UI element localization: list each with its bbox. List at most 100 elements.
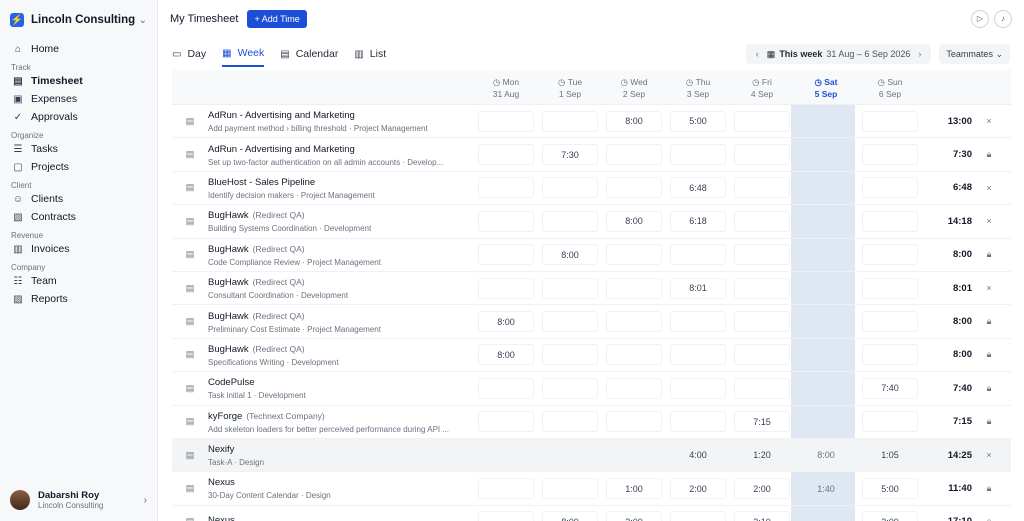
time-input[interactable] <box>606 311 662 333</box>
time-input[interactable] <box>478 478 534 499</box>
time-input[interactable] <box>862 110 918 132</box>
time-input[interactable]: 3:10 <box>734 511 790 521</box>
time-input[interactable] <box>478 444 534 466</box>
notes-icon[interactable]: ▤ <box>172 149 208 160</box>
bell-icon[interactable]: ♪ <box>994 9 1012 28</box>
notes-icon[interactable]: ▤ <box>172 450 208 461</box>
time-input[interactable] <box>606 444 662 466</box>
user-profile[interactable]: Dabarshi Roy Lincoln Consulting › <box>0 485 157 515</box>
time-input[interactable] <box>478 110 534 132</box>
time-input[interactable] <box>862 311 918 333</box>
add-time-button[interactable]: + Add Time <box>247 9 307 28</box>
time-input[interactable] <box>542 277 598 299</box>
remove-icon[interactable]: × <box>978 283 1000 293</box>
time-input[interactable] <box>478 511 534 521</box>
time-input[interactable] <box>798 211 854 232</box>
time-input[interactable] <box>606 377 662 399</box>
time-input[interactable]: 8:00 <box>542 244 598 266</box>
time-input[interactable] <box>670 311 726 333</box>
time-input[interactable] <box>606 177 662 199</box>
time-input[interactable] <box>670 377 726 399</box>
time-input[interactable] <box>542 177 598 199</box>
time-input[interactable] <box>542 344 598 366</box>
notes-icon[interactable]: ▤ <box>172 383 208 394</box>
time-input[interactable] <box>734 277 790 299</box>
time-input[interactable] <box>798 411 854 432</box>
time-input[interactable] <box>542 377 598 399</box>
sidebar-item-contracts[interactable]: ▧ Contracts <box>0 208 157 226</box>
time-input[interactable] <box>670 411 726 433</box>
time-input[interactable]: 8:00 <box>478 344 534 366</box>
time-input[interactable]: 8:00 <box>478 311 534 333</box>
sidebar-item-projects[interactable]: ▢ Projects <box>0 158 157 176</box>
sidebar-item-reports[interactable]: ▨ Reports <box>0 290 157 308</box>
notes-icon[interactable]: ▤ <box>172 216 208 227</box>
time-input[interactable] <box>734 244 790 266</box>
sidebar-item-timesheet[interactable]: ▤ Timesheet <box>0 72 157 90</box>
time-input[interactable]: 8:00 <box>798 445 854 466</box>
remove-icon[interactable]: × <box>978 183 1000 193</box>
time-input[interactable] <box>734 144 790 166</box>
time-input[interactable]: 8:00 <box>542 511 598 521</box>
time-input[interactable] <box>542 210 598 232</box>
prev-week-icon[interactable]: ‹ <box>752 49 763 59</box>
time-input[interactable] <box>862 277 918 299</box>
sidebar-item-invoices[interactable]: ▥ Invoices <box>0 240 157 258</box>
time-input[interactable] <box>478 411 534 433</box>
time-input[interactable] <box>734 177 790 199</box>
time-input[interactable] <box>862 344 918 366</box>
time-input[interactable] <box>606 144 662 166</box>
time-input[interactable]: 4:00 <box>670 444 726 466</box>
time-input[interactable] <box>734 344 790 366</box>
notes-icon[interactable]: ▤ <box>172 182 208 193</box>
tab-week[interactable]: ▦ Week <box>222 41 265 67</box>
time-input[interactable] <box>670 244 726 266</box>
time-input[interactable] <box>670 144 726 166</box>
tab-day[interactable]: ▭ Day <box>172 41 206 67</box>
remove-icon[interactable]: × <box>978 216 1000 226</box>
time-input[interactable] <box>606 244 662 266</box>
time-input[interactable] <box>862 411 918 433</box>
time-input[interactable]: 6:48 <box>670 177 726 199</box>
teammates-dropdown[interactable]: Teammates ⌄ <box>939 44 1010 64</box>
time-input[interactable] <box>798 144 854 165</box>
time-input[interactable] <box>734 377 790 399</box>
remove-icon[interactable]: × <box>978 116 1000 126</box>
play-icon[interactable]: ▷ <box>971 9 989 28</box>
sidebar-item-clients[interactable]: ☺ Clients <box>0 190 157 208</box>
sidebar-item-approvals[interactable]: ✓ Approvals <box>0 108 157 126</box>
notes-icon[interactable]: ▤ <box>172 516 208 521</box>
time-input[interactable] <box>478 377 534 399</box>
time-input[interactable]: 3:00 <box>862 511 918 521</box>
time-input[interactable]: 5:00 <box>670 110 726 132</box>
time-input[interactable] <box>478 277 534 299</box>
time-input[interactable] <box>606 411 662 433</box>
time-input[interactable] <box>606 344 662 366</box>
time-input[interactable] <box>542 478 598 499</box>
next-week-icon[interactable]: › <box>914 49 925 59</box>
remove-icon[interactable]: × <box>978 450 1000 460</box>
time-input[interactable] <box>478 244 534 266</box>
notes-icon[interactable]: ▤ <box>172 116 208 127</box>
tab-calendar[interactable]: ▤ Calendar <box>280 41 338 67</box>
time-input[interactable]: 3:00 <box>606 511 662 521</box>
notes-icon[interactable]: ▤ <box>172 316 208 327</box>
time-input[interactable] <box>670 511 726 521</box>
notes-icon[interactable]: ▤ <box>172 416 208 427</box>
time-input[interactable] <box>798 177 854 198</box>
time-input[interactable]: 7:40 <box>862 377 918 399</box>
sidebar-item-expenses[interactable]: ▣ Expenses <box>0 90 157 108</box>
time-input[interactable]: 2:00 <box>734 478 790 499</box>
time-input[interactable]: 8:01 <box>670 277 726 299</box>
sidebar-item-tasks[interactable]: ☰ Tasks <box>0 140 157 158</box>
time-input[interactable]: 7:30 <box>542 144 598 166</box>
notes-icon[interactable]: ▤ <box>172 249 208 260</box>
time-input[interactable] <box>798 378 854 399</box>
time-input[interactable] <box>478 144 534 166</box>
time-input[interactable] <box>478 210 534 232</box>
time-input[interactable] <box>798 311 854 332</box>
time-input[interactable] <box>542 311 598 333</box>
time-input[interactable] <box>542 411 598 433</box>
time-input[interactable] <box>734 110 790 132</box>
time-input[interactable] <box>862 177 918 199</box>
